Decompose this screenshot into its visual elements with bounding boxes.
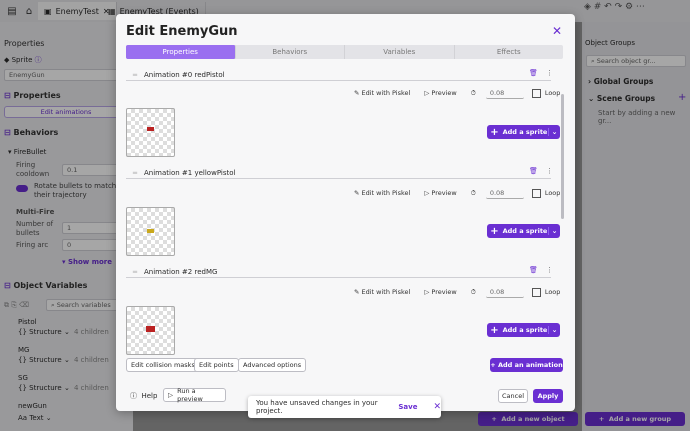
scrollbar[interactable] [561, 94, 564, 219]
animation-index: Animation #0 [144, 70, 193, 79]
tab-behaviors[interactable]: Behaviors [236, 45, 345, 59]
unsaved-changes-toast: You have unsaved changes in your project… [248, 396, 441, 418]
sprite-image [147, 229, 154, 233]
preview-button[interactable]: ▷ Preview [424, 288, 456, 296]
more-icon[interactable]: ⋮ [546, 167, 553, 175]
loop-label: Loop [544, 189, 561, 197]
add-sprite-button[interactable]: + Add a sprite ⌄ [487, 323, 560, 337]
sprite-image [146, 326, 155, 332]
animation-index: Animation #2 [144, 267, 193, 276]
animation-header: ═ Animation #2 redMG [126, 266, 551, 278]
add-animation-button[interactable]: + Add an animation [490, 358, 563, 372]
edit-collision-masks-button[interactable]: Edit collision masks [126, 358, 200, 372]
tab-variables[interactable]: Variables [345, 45, 455, 59]
timer-icon: ⏱ [470, 88, 476, 97]
edit-with-piskel-button[interactable]: ✎ Edit with Piskel [354, 89, 410, 97]
animation-tools: ✎ Edit with Piskel ▷ Preview ⏱ 0.08 Loop [354, 286, 560, 298]
fps-input[interactable]: 0.08 [485, 286, 524, 298]
more-icon[interactable]: ⋮ [546, 266, 553, 274]
sprite-thumbnail[interactable] [126, 306, 175, 355]
animation-name[interactable]: redPistol [194, 71, 224, 79]
drag-handle-icon[interactable]: ═ [126, 71, 144, 79]
advanced-options-button[interactable]: Advanced options [238, 358, 307, 372]
animation-index: Animation #1 [144, 168, 193, 177]
preview-button[interactable]: ▷ Preview [424, 89, 456, 97]
fps-input[interactable]: 0.08 [485, 187, 524, 199]
animation-header: ═ Animation #0 redPistol [126, 69, 551, 81]
tab-effects[interactable]: Effects [455, 45, 564, 59]
run-preview-button[interactable]: ▷ Run a preview [163, 387, 226, 403]
timer-icon: ⏱ [470, 287, 476, 296]
more-icon[interactable]: ⋮ [546, 69, 553, 77]
animation-tools: ✎ Edit with Piskel ▷ Preview ⏱ 0.08 Loop [354, 87, 560, 99]
loop-label: Loop [544, 89, 561, 97]
cancel-button[interactable]: Cancel [498, 389, 528, 403]
close-icon[interactable]: ✕ [433, 402, 441, 412]
timer-icon: ⏱ [470, 188, 476, 197]
edit-with-piskel-button[interactable]: ✎ Edit with Piskel [354, 189, 410, 197]
tab-properties[interactable]: Properties [126, 45, 236, 59]
drag-handle-icon[interactable]: ═ [126, 169, 144, 177]
trash-icon[interactable]: 🗑 [529, 69, 538, 77]
apply-button[interactable]: Apply [533, 389, 563, 403]
loop-label: Loop [544, 288, 561, 296]
loop-checkbox[interactable] [531, 88, 541, 98]
edit-with-piskel-button[interactable]: ✎ Edit with Piskel [354, 288, 410, 296]
add-sprite-button[interactable]: + Add a sprite ⌄ [487, 125, 560, 139]
sprite-image [147, 127, 154, 131]
sprite-thumbnail[interactable] [126, 108, 175, 157]
add-sprite-button[interactable]: + Add a sprite ⌄ [487, 224, 560, 238]
dialog-tabs: Properties Behaviors Variables Effects [126, 45, 563, 59]
animation-name[interactable]: yellowPistol [194, 169, 235, 177]
animation-name[interactable]: redMG [194, 268, 217, 276]
help-button[interactable]: ⓘ Help [130, 391, 157, 401]
drag-handle-icon[interactable]: ═ [126, 268, 144, 276]
toast-message: You have unsaved changes in your project… [256, 399, 378, 415]
loop-checkbox[interactable] [531, 188, 541, 198]
sprite-thumbnail[interactable] [126, 207, 175, 256]
save-button[interactable]: Save [398, 403, 417, 411]
edit-points-button[interactable]: Edit points [194, 358, 239, 372]
close-icon[interactable]: ✕ [552, 24, 562, 38]
dialog-title: Edit EnemyGun [126, 24, 238, 39]
trash-icon[interactable]: 🗑 [529, 266, 538, 274]
fps-input[interactable]: 0.08 [485, 87, 524, 99]
loop-checkbox[interactable] [531, 287, 541, 297]
preview-button[interactable]: ▷ Preview [424, 189, 456, 197]
trash-icon[interactable]: 🗑 [529, 167, 538, 175]
animation-tools: ✎ Edit with Piskel ▷ Preview ⏱ 0.08 Loop [354, 187, 560, 199]
animation-header: ═ Animation #1 yellowPistol [126, 167, 551, 179]
edit-object-dialog: Edit EnemyGun ✕ Properties Behaviors Var… [116, 14, 575, 411]
